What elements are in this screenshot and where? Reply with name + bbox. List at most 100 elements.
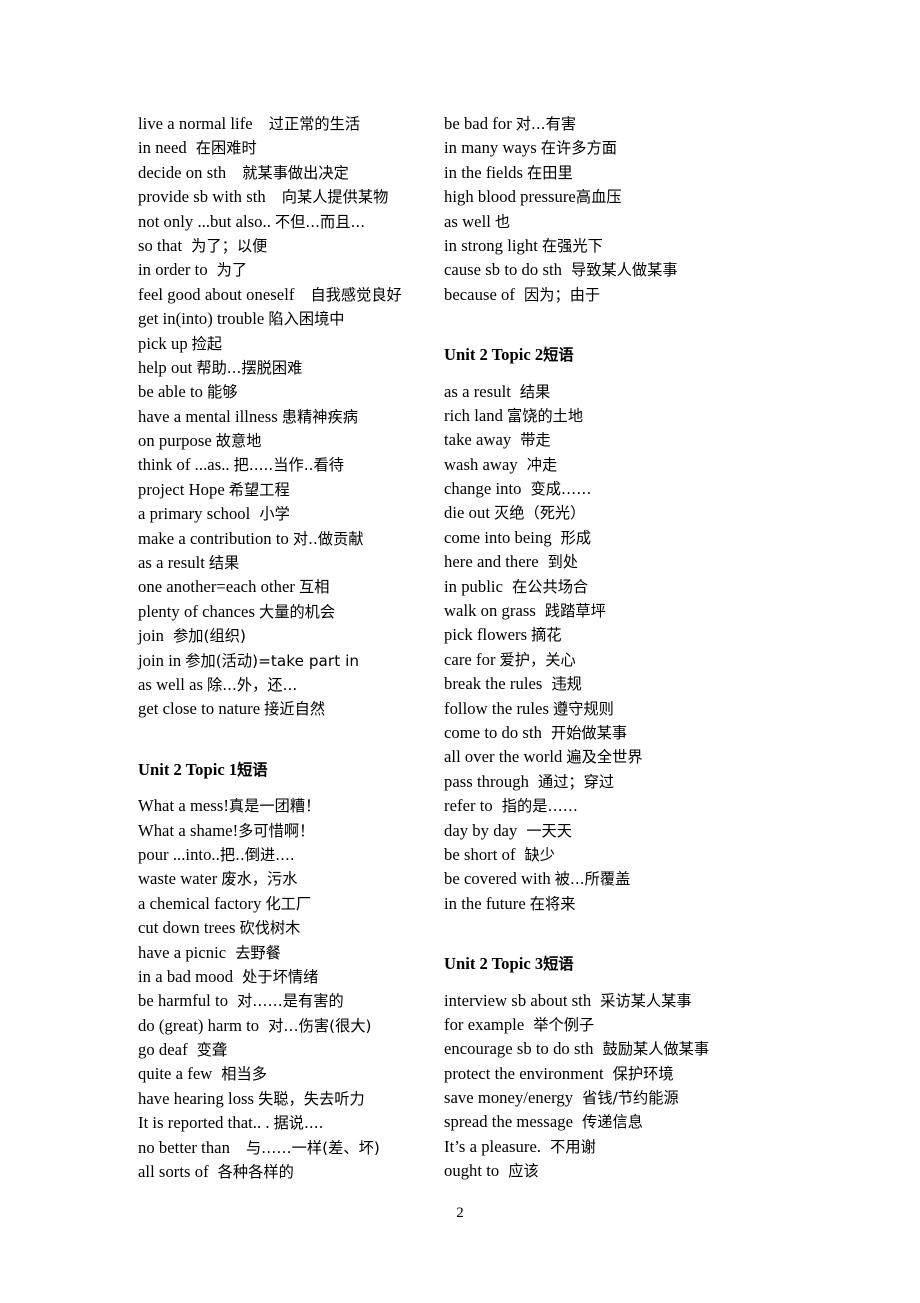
phrase-chinese: 互相	[298, 578, 330, 597]
phrase-english: It’s a pleasure.	[444, 1136, 542, 1156]
phrase-chinese: 向某人提供某物	[281, 188, 389, 207]
phrase-entry: live a normal life 过正常的生活	[138, 112, 434, 136]
phrase-entry: not only ...but also.. 不但...而且...	[138, 210, 434, 234]
phrase-english: do (great) harm to	[138, 1015, 260, 1035]
phrase-chinese: 开始做某事	[550, 723, 628, 742]
phrase-entry: get in(into) trouble 陷入困境中	[138, 307, 434, 331]
phrase-entry: come to do sth 开始做某事	[444, 721, 754, 745]
phrase-english: rich land	[444, 405, 503, 425]
phrase-chinese: 缺少	[524, 845, 556, 864]
phrase-english: no better than	[138, 1137, 230, 1157]
phrase-entry: as well 也	[444, 210, 754, 234]
phrase-chinese: 变聋	[196, 1041, 228, 1060]
phrase-entry: die out 灭绝（死光）	[444, 501, 754, 525]
phrase-entry: cut down trees 砍伐树木	[138, 916, 434, 940]
page-number: 2	[456, 1205, 464, 1221]
phrase-english: pick flowers	[444, 625, 528, 645]
phrase-english: pick up	[138, 333, 188, 353]
phrase-entry: pick flowers 摘花	[444, 623, 754, 647]
phrase-chinese: 一天天	[526, 821, 573, 840]
phrase-entry: protect the environment 保护环境	[444, 1062, 754, 1086]
phrase-english: go deaf	[138, 1040, 188, 1060]
phrase-english: provide sb with sth	[138, 187, 266, 207]
phrase-chinese: 灭绝（死光）	[493, 504, 586, 523]
phrase-entry: in the fields 在田里	[444, 161, 754, 185]
section-heading-zh: 短语	[237, 760, 268, 779]
phrase-entry: care for 爱护，关心	[444, 648, 754, 672]
phrase-chinese: 传递信息	[582, 1113, 643, 1132]
phrase-entry: have a picnic 去野餐	[138, 941, 434, 965]
phrase-english: plenty of chances	[138, 601, 255, 621]
phrase-english: cause sb to do sth	[444, 260, 562, 280]
phrase-chinese: 把..倒进....	[219, 845, 295, 864]
phrase-entry: day by day 一天天	[444, 819, 754, 843]
phrase-english: come into being	[444, 527, 552, 547]
phrase-english: make a contribution to	[138, 528, 289, 548]
phrase-english: quite a few	[138, 1064, 213, 1084]
section-heading: Unit 2 Topic 2短语	[444, 343, 754, 367]
phrase-chinese: 陷入困境中	[268, 310, 345, 329]
phrase-chinese: 通过；穿过	[537, 772, 615, 791]
phrase-chinese: 为了；以便	[191, 236, 268, 255]
phrase-chinese: 大量的机会	[258, 602, 336, 621]
phrase-entry: project Hope 希望工程	[138, 478, 434, 502]
phrase-chinese: 违规	[551, 675, 582, 694]
phrase-entry: in the future 在将来	[444, 892, 754, 916]
phrase-entry: change into 变成……	[444, 477, 754, 501]
phrase-chinese: 因为；由于	[523, 285, 601, 304]
phrase-english: change into	[444, 479, 522, 499]
phrase-english: interview sb about sth	[444, 990, 592, 1010]
phrase-chinese: 相当多	[221, 1065, 267, 1084]
phrase-entry: because of 因为；由于	[444, 283, 754, 307]
phrase-english: walk on grass	[444, 601, 536, 621]
phrase-english: in need	[138, 138, 187, 158]
phrase-english: refer to	[444, 796, 493, 816]
section-heading-en: Unit 2 Topic 2	[444, 345, 544, 365]
phrase-english: project Hope	[138, 479, 225, 499]
phrase-chinese: 希望工程	[228, 480, 290, 499]
phrase-chinese: 采访某人某事	[600, 991, 692, 1010]
phrase-entry: follow the rules 遵守规则	[444, 697, 754, 721]
phrase-english: What a shame!	[138, 820, 239, 840]
phrase-entry: as well as 除...外，还...	[138, 673, 434, 697]
phrase-english: in many ways	[444, 138, 537, 158]
phrase-chinese: 过正常的生活	[268, 115, 361, 133]
section-heading-zh: 短语	[543, 955, 574, 974]
phrase-chinese: 结果	[519, 382, 551, 401]
phrase-english: as a result	[444, 381, 511, 401]
phrase-english: in the fields	[444, 162, 523, 182]
phrase-english: take away	[444, 430, 512, 450]
phrase-entry: walk on grass 践踏草坪	[444, 599, 754, 623]
phrase-chinese: 鼓励某人做某事	[602, 1040, 710, 1059]
right-column: be bad for 对...有害 in many ways 在许多方面 in the …	[444, 112, 754, 1184]
phrase-chinese: 不用谢	[550, 1137, 596, 1156]
phrase-chinese: 不但...而且...	[274, 212, 366, 231]
phrase-english: think of ...as..	[138, 455, 230, 475]
phrase-english: What a mess!	[138, 796, 229, 816]
phrase-english: be bad for	[444, 114, 512, 133]
phrase-chinese: 处于坏情绪	[242, 967, 319, 986]
phrase-entry: have hearing loss 失聪，失去听力	[138, 1087, 434, 1111]
phrase-english: help out	[138, 357, 193, 377]
phrase-english: get in(into) trouble	[138, 309, 265, 329]
phrase-chinese: 摘花	[531, 626, 562, 645]
phrase-chinese: 患精神疾病	[281, 407, 358, 426]
phrase-english: a primary school	[138, 504, 251, 524]
phrase-chinese: 导致某人做某事	[570, 261, 678, 280]
phrase-chinese: 在强光下	[541, 236, 603, 255]
phrase-english: in the future	[444, 893, 526, 913]
phrase-chinese: 各种各样的	[217, 1163, 294, 1182]
section-heading-en: Unit 2 Topic 1	[138, 759, 238, 779]
phrase-entry: encourage sb to do sth 鼓励某人做某事	[444, 1037, 754, 1061]
two-column-layout: live a normal life 过正常的生活 in need 在困难时 decid…	[0, 0, 920, 1303]
phrase-english: protect the environment	[444, 1063, 604, 1083]
phrase-chinese: 指的是……	[501, 797, 578, 816]
phrase-english: all over the world	[444, 747, 563, 767]
phrase-entry: in public 在公共场合	[444, 575, 754, 599]
phrase-chinese: 变成……	[530, 480, 592, 499]
phrase-entry: help out 帮助...摆脱困难	[138, 356, 434, 380]
phrase-english: decide on sth	[138, 162, 227, 182]
